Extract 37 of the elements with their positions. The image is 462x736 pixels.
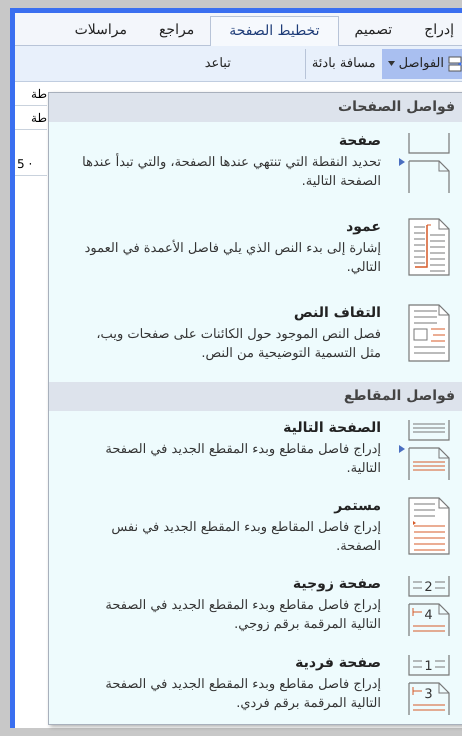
section-header: فواصل المقاطع bbox=[49, 382, 462, 411]
ribbon-tab[interactable]: تخطيط الصفحة bbox=[210, 16, 338, 46]
break-option[interactable]: عمود إشارة إلى بدء النص الذي يلي فاصل الأعمدة في العمود التالي. bbox=[49, 208, 462, 294]
ribbon-label[interactable]: مسافة بادئة bbox=[304, 48, 382, 78]
breaks-button[interactable]: الفواصل bbox=[382, 48, 462, 78]
option-title: صفحة bbox=[338, 132, 381, 151]
caret-icon bbox=[388, 61, 395, 66]
option-description: إشارة إلى بدء النص الذي يلي فاصل الأعمدة في العمود التالي. bbox=[84, 238, 381, 277]
option-description: إدراج فاصل مقاطع وبدء المقطع الجديد في الصفحة التالية المرقمة برقم زوجي. bbox=[104, 597, 381, 634]
page-number: 2 bbox=[424, 580, 433, 596]
break-option[interactable]: صفحة تحديد النقطة التي تنتهي عندها الصفحة، والتي تبدأ عندها الصفحة التالية. bbox=[49, 122, 462, 208]
break-option[interactable]: التفاف النص فصل النص الموجود حول الكائنات على صفحات ويب، مثل التسمية التوضيحية من النص. bbox=[49, 294, 462, 380]
option-title: الصفحة التالية bbox=[282, 418, 381, 438]
page-number: 3 bbox=[424, 686, 433, 702]
ribbon-label[interactable]: تباعد bbox=[198, 48, 237, 78]
ribbon-tab[interactable]: تصميم bbox=[338, 15, 408, 45]
option-description: إدراج فاصل المقاطع وبدء المقطع الجديد في نفس الصفحة. bbox=[110, 519, 381, 556]
section-header: فواصل الصفحات bbox=[49, 93, 462, 122]
option-description: فصل النص الموجود حول الكائنات على صفحات ويب، مثل التسمية التوضيحية من النص. bbox=[95, 326, 381, 363]
page-break-icon bbox=[407, 130, 451, 193]
page-number: 4 bbox=[424, 608, 433, 624]
option-title: عمود bbox=[345, 218, 381, 237]
option-description: تحديد النقطة التي تنتهي عندها الصفحة، والتي تبدأ عندها الصفحة التالية. bbox=[81, 152, 381, 191]
page-number: 1 bbox=[424, 658, 433, 674]
option-description: إدراج فاصل مقاطع وبدء المقطع الجديد في الصفحة التالية المرقمة برقم فردي. bbox=[104, 676, 381, 713]
option-title: صفحة زوجية bbox=[292, 575, 381, 594]
next-break-icon bbox=[407, 418, 451, 480]
breaks-icon bbox=[448, 56, 462, 72]
option-title: صفحة فردية bbox=[294, 654, 381, 673]
ribbon-tab[interactable]: مراجع bbox=[142, 15, 210, 45]
option-title: التفاف النص bbox=[292, 304, 381, 323]
ribbon-tab[interactable]: إدراج bbox=[408, 15, 462, 45]
break-option[interactable]: الصفحة التالية إدراج فاصل مقاطع وبدء المقطع الجديد في الصفحة التالية. bbox=[49, 410, 462, 490]
ribbon-tab[interactable]: مراسلات bbox=[58, 15, 143, 45]
break-option[interactable]: مستمر إدراج فاصل المقاطع وبدء المقطع الجديد في نفس الصفحة. bbox=[49, 489, 462, 568]
option-description: إدراج فاصل مقاطع وبدء المقطع الجديد في الصفحة التالية. bbox=[104, 440, 381, 478]
option-title: مستمر bbox=[332, 497, 381, 516]
